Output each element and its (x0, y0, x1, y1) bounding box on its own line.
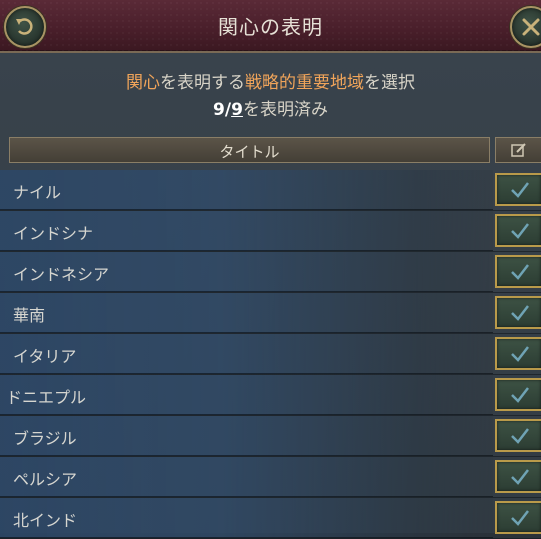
region-checkbox[interactable] (495, 501, 541, 534)
checkmark-icon (511, 468, 529, 485)
main-panel: 関心を表明する戦略的重要地域を選択 9/9を表明済み タイトル ナイル インドシ… (0, 53, 541, 539)
list-item[interactable]: ブラジル (0, 416, 541, 457)
checkbox-edit-icon (511, 143, 526, 157)
region-checkbox[interactable] (495, 460, 541, 493)
region-checkbox[interactable] (495, 296, 541, 329)
region-checkbox[interactable] (495, 214, 541, 247)
instruction-text-end: を選択 (364, 73, 415, 93)
close-x-icon (522, 18, 540, 36)
list-item[interactable]: ペルシア (0, 457, 541, 498)
column-header-title[interactable]: タイトル (9, 137, 490, 163)
region-list: ナイル インドシナ インドネシア 華南 イタリア ドニエプル ブラジル ペルシア… (0, 170, 541, 539)
declared-count: 9 (213, 100, 225, 120)
list-item[interactable]: インドシナ (0, 211, 541, 252)
checkmark-icon (511, 263, 529, 280)
instruction-line: 関心を表明する戦略的重要地域を選択 (0, 68, 541, 93)
list-item[interactable]: 華南 (0, 293, 541, 334)
row-background (0, 170, 493, 210)
region-label: ペルシア (13, 470, 78, 489)
row-background (0, 293, 493, 333)
region-label: ナイル (13, 183, 62, 202)
region-label: ドニエプル (6, 388, 87, 407)
checkmark-icon (511, 345, 529, 362)
region-label: インドネシア (13, 265, 110, 284)
region-label: インドシナ (13, 224, 94, 243)
checkmark-icon (511, 304, 529, 321)
checkmark-icon (511, 427, 529, 444)
instruction-keyword-region: 戦略的重要地域 (245, 73, 364, 93)
declared-suffix: を表明済み (242, 100, 328, 120)
region-checkbox[interactable] (495, 378, 541, 411)
instruction-keyword-interest: 関心 (126, 73, 160, 93)
declared-count-line: 9/9を表明済み (0, 95, 541, 120)
region-checkbox[interactable] (495, 255, 541, 288)
region-checkbox[interactable] (495, 173, 541, 206)
column-header-check[interactable] (495, 137, 541, 163)
list-item[interactable]: ドニエプル (0, 375, 541, 416)
declared-total: 9 (231, 100, 243, 120)
window-title: 関心の表明 (218, 15, 323, 39)
title-bar: 関心の表明 (0, 0, 541, 53)
region-checkbox[interactable] (495, 419, 541, 452)
list-item[interactable]: イタリア (0, 334, 541, 375)
checkmark-icon (511, 386, 529, 403)
checkmark-icon (511, 509, 529, 526)
checkmark-icon (511, 181, 529, 198)
checkmark-icon (511, 222, 529, 239)
region-label: 華南 (13, 306, 46, 325)
instruction-text: を表明する (160, 73, 245, 93)
list-item[interactable]: ナイル (0, 170, 541, 211)
region-label: イタリア (13, 347, 77, 366)
list-item[interactable]: インドネシア (0, 252, 541, 293)
region-label: ブラジル (13, 429, 77, 448)
column-header-title-label: タイトル (219, 143, 280, 161)
region-checkbox[interactable] (495, 337, 541, 370)
region-label: 北インド (13, 511, 78, 530)
